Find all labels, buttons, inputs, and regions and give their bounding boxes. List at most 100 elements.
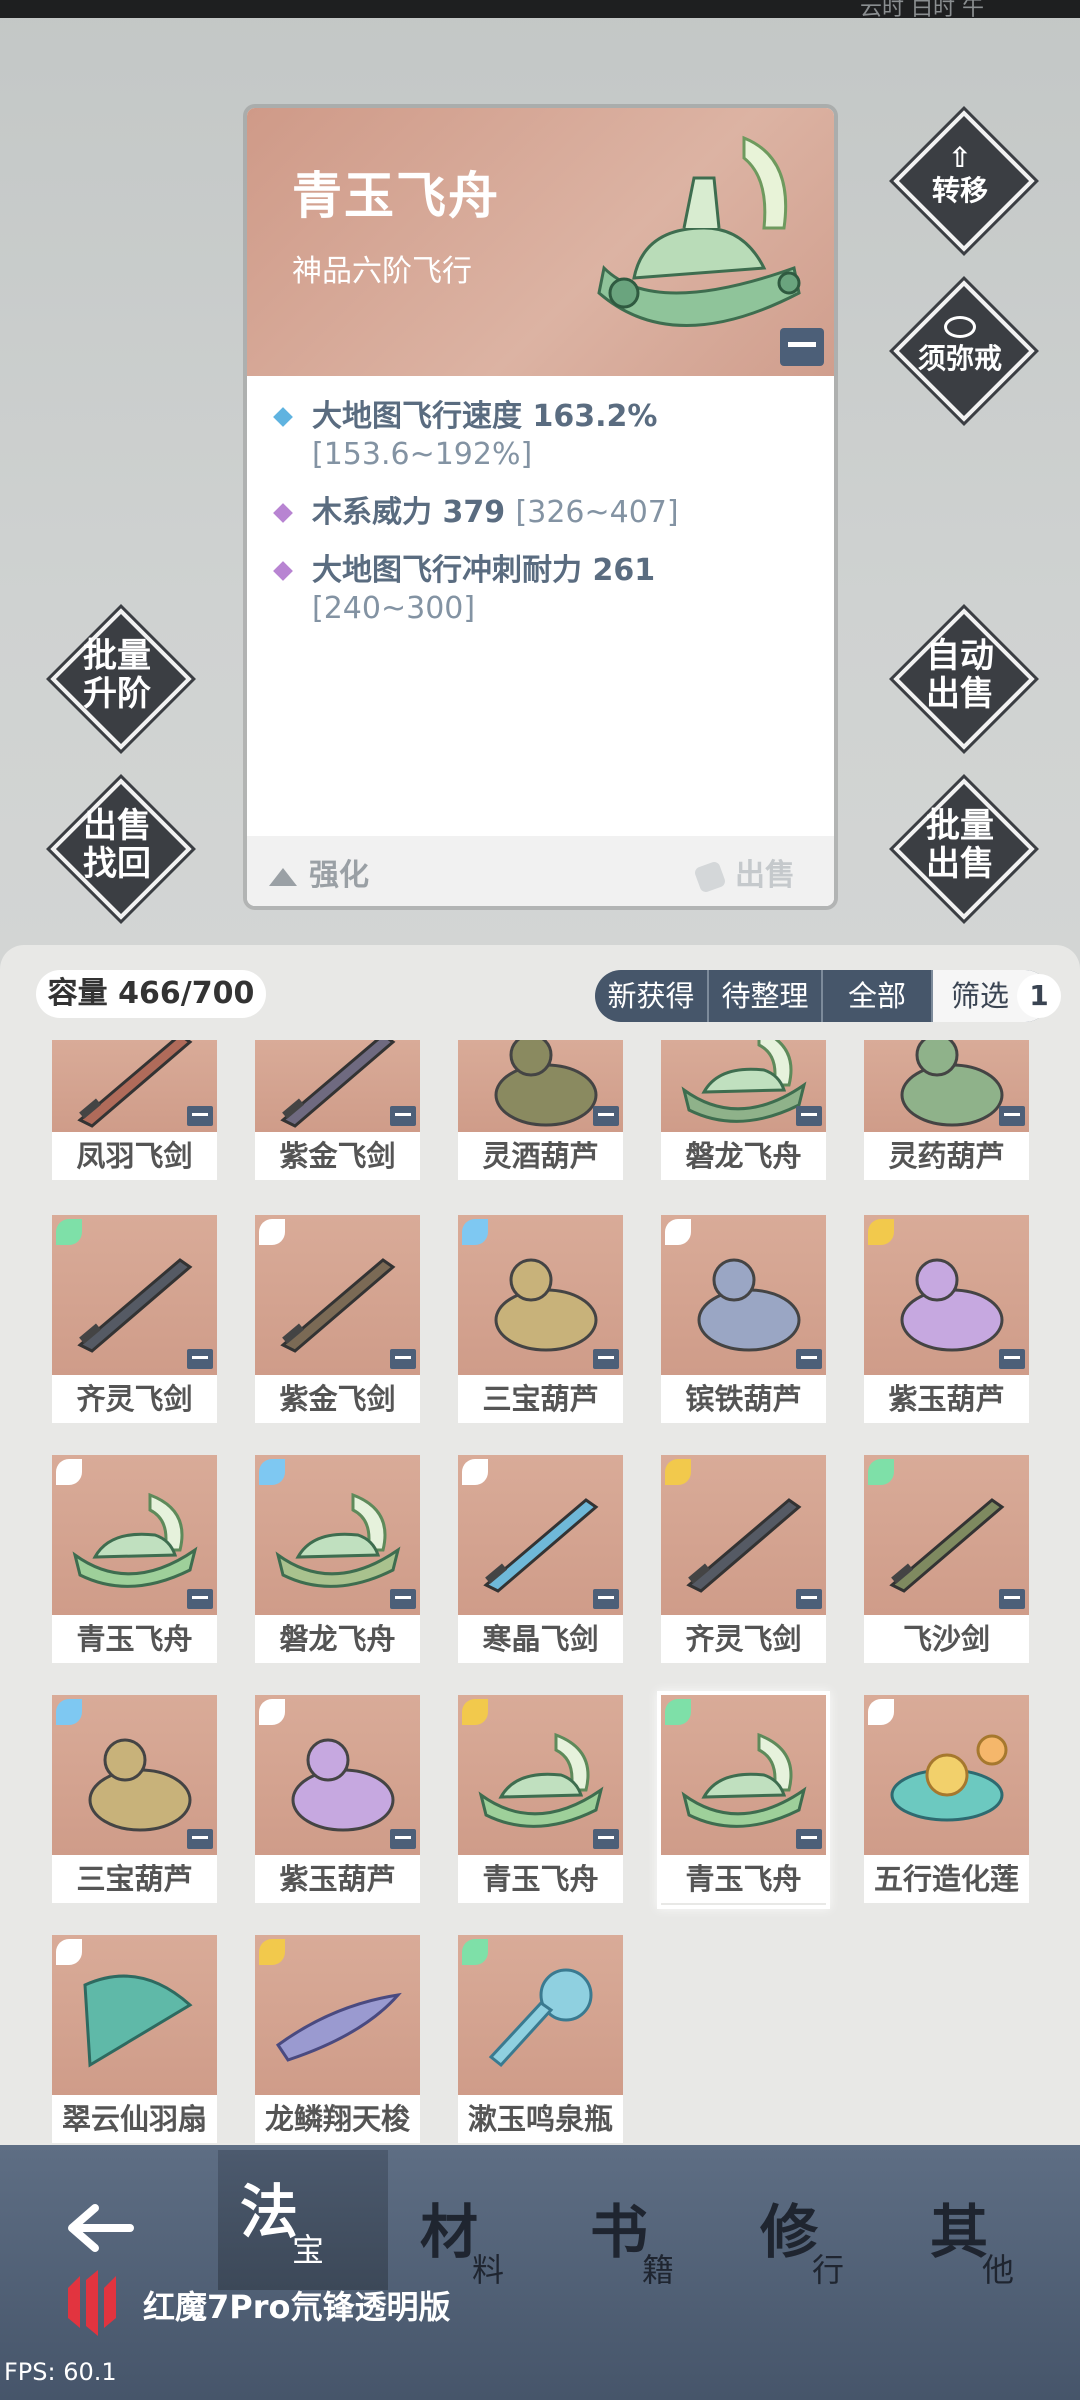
diamond-bullet-icon [273,561,293,581]
capacity-label: 容量 466/700 [36,970,266,1018]
item-image [52,1455,217,1615]
item-slot[interactable]: 五行造化莲 [864,1695,1029,1905]
item-grade: 神品六阶飞行 [292,254,472,289]
item-name: 五行造化莲 [864,1855,1029,1903]
item-image [52,1215,217,1375]
item-slot[interactable]: 三宝葫芦 [52,1695,217,1905]
item-slot[interactable]: 龙鳞翔天梭 [255,1935,420,2145]
item-name: 青玉飞舟 [661,1855,826,1903]
item-slot[interactable]: 青玉飞舟 [52,1455,217,1665]
item-name: 紫金飞剑 [255,1132,420,1180]
boat-icon [681,1732,807,1828]
storage-chest-icon [187,1349,213,1369]
item-slot[interactable]: 飞沙剑 [864,1455,1029,1665]
item-name: 齐灵飞剑 [52,1375,217,1423]
item-slot[interactable]: 三宝葫芦 [458,1215,623,1425]
item-name: 翠云仙羽扇 [52,2095,217,2143]
storage-ring-button[interactable]: 须弥戒 [893,280,1035,422]
up-arrow-icon [269,867,297,886]
item-image [255,1935,420,2095]
sword-icon [483,1498,599,1593]
gourd-icon [900,1258,1004,1352]
shuttle-icon [275,1992,402,2062]
tab-all[interactable]: 全部 [823,970,933,1022]
sword-icon [77,1040,193,1128]
item-slot[interactable]: 青玉飞舟 [458,1695,623,1905]
transfer-button[interactable]: ⇧ 转移 [893,110,1035,252]
item-image [864,1215,1029,1375]
item-slot[interactable]: 凤羽飞剑 [52,1040,217,1180]
item-slot[interactable]: 紫金飞剑 [255,1215,420,1425]
storage-chest-icon [390,1349,416,1369]
item-slot[interactable]: 紫玉葫芦 [864,1215,1029,1425]
sword-icon [889,1498,1005,1593]
item-image [458,1935,623,2095]
item-name: 飞沙剑 [864,1615,1029,1663]
grade-wing-icon [259,1219,285,1245]
time-of-day-label: 云时 白时 午 [860,0,984,21]
grade-wing-icon [56,1459,82,1485]
storage-chest-icon [187,1829,213,1849]
grade-wing-icon [868,1699,894,1725]
storage-chest-icon[interactable] [780,328,824,366]
item-image [52,1695,217,1855]
enhance-button[interactable]: 强化 [269,850,369,894]
item-image [661,1455,826,1615]
gourd-icon [88,1738,192,1832]
item-slot[interactable]: 磐龙飞舟 [255,1455,420,1665]
batch-upgrade-button[interactable]: 批量升阶 [50,608,192,750]
item-slot[interactable]: 磐龙飞舟 [661,1040,826,1180]
item-image [864,1455,1029,1615]
back-arrow-icon[interactable] [60,2198,140,2258]
tab-unsorted[interactable]: 待整理 [709,970,823,1022]
item-slot[interactable]: 漱玉鸣泉瓶 [458,1935,623,2145]
item-slot[interactable]: 齐灵飞剑 [52,1215,217,1425]
bottle-icon [488,1968,593,2068]
batch-sell-button[interactable]: 批量出售 [893,778,1035,920]
item-slot[interactable]: 寒晶飞剑 [458,1455,623,1665]
item-name: 灵药葫芦 [864,1132,1029,1180]
boat-icon [478,1732,604,1828]
grade-wing-icon [56,1939,82,1965]
auto-sell-button[interactable]: 自动出售 [893,608,1035,750]
grade-wing-icon [665,1219,691,1245]
item-image [458,1455,623,1615]
boat-icon [275,1492,401,1588]
grade-wing-icon [56,1699,82,1725]
item-slot[interactable]: 齐灵飞剑 [661,1455,826,1665]
storage-chest-icon [390,1106,416,1126]
sell-recover-button[interactable]: 出售找回 [50,778,192,920]
item-image [458,1695,623,1855]
item-slot[interactable]: 灵酒葫芦 [458,1040,623,1180]
lotus-icon [890,1734,1008,1822]
item-name: 紫玉葫芦 [864,1375,1029,1423]
item-name: 三宝葫芦 [52,1855,217,1903]
item-name: 磐龙飞舟 [255,1615,420,1663]
item-slot[interactable]: 翠云仙羽扇 [52,1935,217,2145]
sell-button[interactable]: 出售 [693,850,795,894]
ring-icon [944,316,976,338]
card-actions: 强化 出售 [247,836,834,906]
storage-chest-icon [593,1589,619,1609]
storage-chest-icon [796,1829,822,1849]
stat-line: 大地图飞行冲刺耐力 261 [240~300] [272,552,822,628]
storage-chest-icon [390,1589,416,1609]
item-title: 青玉飞舟 [292,167,500,225]
stat-line: 木系威力 379 [326~407] [272,494,822,532]
item-slot[interactable]: 紫玉葫芦 [255,1695,420,1905]
storage-chest-icon [593,1349,619,1369]
storage-chest-icon [796,1106,822,1126]
tab-new[interactable]: 新获得 [595,970,709,1022]
item-image [458,1215,623,1375]
item-slot[interactable]: 青玉飞舟 [661,1695,826,1905]
item-slot[interactable]: 镔铁葫芦 [661,1215,826,1425]
grade-wing-icon [462,1459,488,1485]
item-image [255,1040,420,1132]
item-image [255,1695,420,1855]
item-image [864,1695,1029,1855]
grade-wing-icon [868,1219,894,1245]
item-slot[interactable]: 紫金飞剑 [255,1040,420,1180]
item-slot[interactable]: 灵药葫芦 [864,1040,1029,1180]
item-stats: 大地图飞行速度 163.2% [153.6~192%] 木系威力 379 [32… [272,398,822,648]
boat-icon [72,1492,198,1588]
